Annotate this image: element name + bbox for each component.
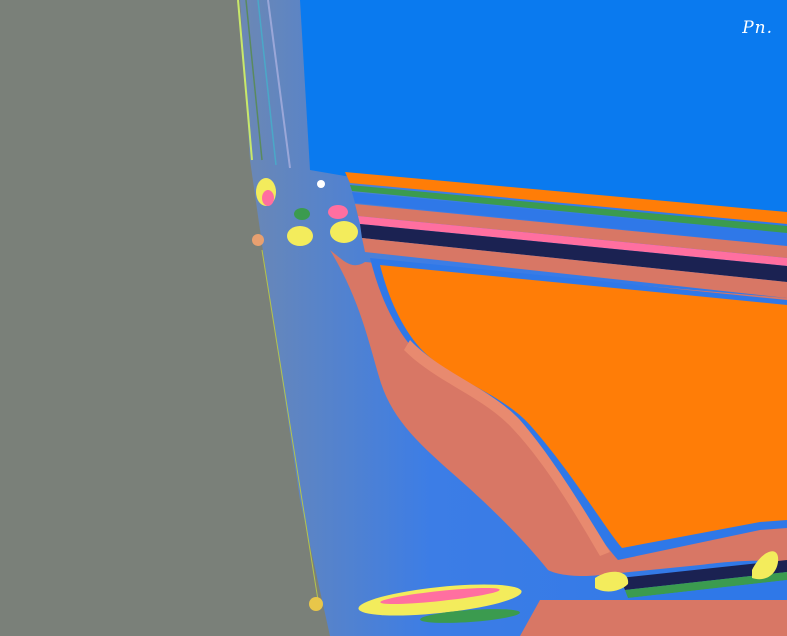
- abstract-artwork: Pn.: [0, 0, 787, 636]
- small-blob: [309, 597, 323, 611]
- pink-blob: [262, 190, 274, 206]
- small-blob: [317, 180, 325, 188]
- yellow-blob: [287, 226, 313, 246]
- signature: Pn.: [742, 18, 773, 38]
- small-blob: [252, 234, 264, 246]
- artwork-graphic: [0, 0, 787, 636]
- pink-blob: [328, 205, 348, 219]
- yellow-blob: [330, 221, 358, 243]
- green-blob: [294, 208, 310, 220]
- bottom-salmon-stripe: [520, 600, 787, 636]
